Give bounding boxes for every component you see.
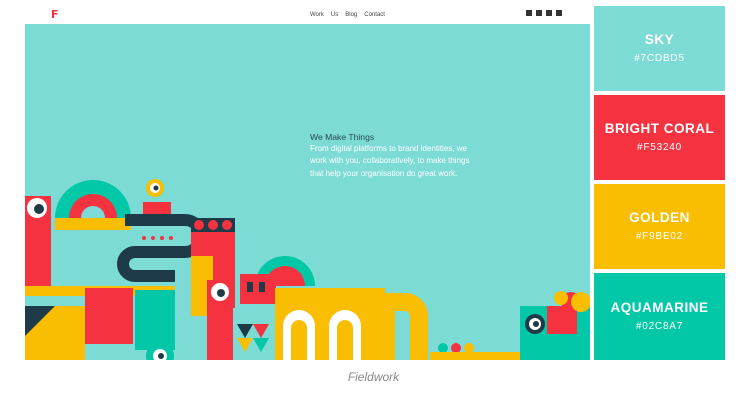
- website-screenshot: F Work Us Blog Contact We Make Things From …: [25, 6, 590, 360]
- image-caption: Fieldwork: [347, 370, 400, 384]
- swatch-golden: GOLDEN #F9BE02: [594, 184, 725, 269]
- geometric-illustration: [25, 179, 590, 360]
- swatch-aquamarine: AQUAMARINE #02C8A7: [594, 273, 725, 360]
- swatch-name: AQUAMARINE: [610, 300, 709, 315]
- swatch-sky: SKY #7CDBD5: [594, 6, 725, 91]
- swatch-name: GOLDEN: [629, 210, 690, 225]
- swatch-name: SKY: [644, 32, 675, 47]
- swatch-bright-coral: BRIGHT CORAL #F53240: [594, 95, 725, 180]
- swatch-hex: #F9BE02: [635, 231, 684, 242]
- swatch-hex: #02C8A7: [635, 321, 684, 332]
- swatch-hex: #F53240: [636, 142, 683, 153]
- swatch-name: BRIGHT CORAL: [604, 121, 715, 136]
- swatch-hex: #7CDBD5: [634, 53, 685, 64]
